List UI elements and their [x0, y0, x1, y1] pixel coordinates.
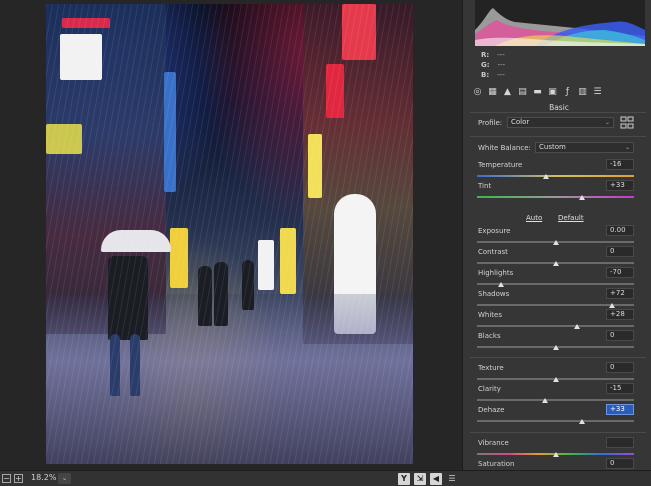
swap-settings-button[interactable]: ⇲ — [414, 473, 426, 485]
vibrance-label: Vibrance — [478, 439, 509, 447]
g-label: G: — [481, 61, 490, 69]
white-balance-value: Custom — [539, 143, 566, 151]
camera-raw-window: R: --- G: --- B: --- ◎ ▦ ▲ ▤ ▬ ▣ ƒ ▥ ☰ Basi… — [0, 0, 651, 486]
blacks-slider-thumb[interactable] — [552, 345, 559, 350]
texture-slider-thumb[interactable] — [552, 377, 559, 382]
profile-browser-grid-icon[interactable] — [620, 116, 634, 129]
dehaze-label: Dehaze — [478, 406, 505, 414]
temperature-label: Temperature — [478, 161, 523, 169]
contrast-slider-thumb[interactable] — [552, 261, 559, 266]
rgb-readout-b: B: --- — [481, 71, 505, 79]
whites-value-field[interactable]: +28 — [606, 309, 634, 320]
profile-label: Profile: — [478, 119, 503, 127]
rgb-readout-g: G: --- — [481, 61, 505, 69]
contrast-value-field[interactable]: 0 — [606, 246, 634, 257]
basic-panel-icon[interactable]: ◎ — [472, 87, 483, 98]
photo-rain-overlay — [46, 4, 413, 464]
panel-tabs: ◎ ▦ ▲ ▤ ▬ ▣ ƒ ▥ ☰ — [470, 86, 648, 100]
exposure-value-field[interactable]: 0.00 — [606, 225, 634, 236]
shadows-slider-thumb[interactable] — [609, 303, 616, 308]
image-canvas[interactable] — [0, 0, 462, 470]
vibrance-slider-thumb[interactable] — [552, 452, 559, 457]
preview-settings-button[interactable]: ☰ — [446, 473, 458, 485]
highlights-slider-thumb[interactable] — [497, 282, 504, 287]
profile-dropdown[interactable]: Color ⌄ — [507, 117, 614, 128]
white-balance-dropdown[interactable]: Custom ⌄ — [535, 142, 634, 153]
zoom-out-button[interactable]: − — [2, 474, 11, 483]
divider — [470, 432, 646, 433]
shadows-label: Shadows — [478, 290, 510, 298]
clarity-value-field[interactable]: -15 — [606, 383, 634, 394]
exposure-slider-thumb[interactable] — [552, 240, 559, 245]
zoom-level: 18.2% — [31, 473, 57, 482]
clarity-label: Clarity — [478, 385, 501, 393]
calibration-icon[interactable]: ▥ — [577, 87, 588, 98]
temperature-value-field[interactable]: -16 — [606, 159, 634, 170]
lens-icon[interactable]: ▣ — [547, 87, 558, 98]
r-label: R: — [481, 51, 490, 59]
r-value: --- — [497, 51, 505, 59]
tint-slider-track[interactable] — [477, 196, 634, 198]
whites-label: Whites — [478, 311, 503, 319]
zoom-dropdown[interactable]: ⌄ — [58, 473, 71, 484]
b-value: --- — [497, 71, 505, 79]
presets-icon[interactable]: ☰ — [592, 87, 603, 98]
texture-label: Texture — [478, 364, 504, 372]
profile-value: Color — [511, 118, 530, 126]
shadows-value-field[interactable]: +72 — [606, 288, 634, 299]
default-link[interactable]: Default — [558, 214, 584, 222]
temperature-slider-thumb[interactable] — [543, 174, 550, 179]
highlights-value-field[interactable]: -70 — [606, 267, 634, 278]
section-title: Basic — [549, 103, 569, 112]
photo-preview[interactable] — [46, 4, 413, 464]
b-label: B: — [481, 71, 490, 79]
clarity-slider-thumb[interactable] — [541, 398, 548, 403]
whites-slider-track[interactable] — [477, 325, 634, 327]
blacks-label: Blacks — [478, 332, 501, 340]
tone-curve-icon[interactable]: ▦ — [487, 87, 498, 98]
saturation-label: Saturation — [478, 460, 515, 468]
divider — [470, 357, 646, 358]
vibrance-value-field[interactable] — [606, 437, 634, 448]
dehaze-slider-track[interactable] — [477, 420, 634, 422]
g-value: --- — [497, 61, 506, 69]
highlights-label: Highlights — [478, 269, 514, 277]
rgb-readout-r: R: --- — [481, 51, 505, 59]
chevron-down-icon: ⌄ — [604, 119, 610, 126]
split-toning-icon[interactable]: ▬ — [532, 87, 543, 98]
bottom-toolbar: − + 18.2% ⌄ Y ⇲ ◀ ☰ — [0, 470, 651, 486]
contrast-label: Contrast — [478, 248, 508, 256]
zoom-in-button[interactable]: + — [14, 474, 23, 483]
auto-link[interactable]: Auto — [526, 214, 542, 222]
temperature-slider-track[interactable] — [477, 175, 634, 177]
dehaze-slider-thumb[interactable] — [579, 419, 586, 424]
histogram — [475, 0, 645, 46]
hsl-icon[interactable]: ▤ — [517, 87, 528, 98]
detail-icon[interactable]: ▲ — [502, 87, 513, 98]
divider — [470, 136, 646, 137]
clarity-slider-track[interactable] — [477, 399, 634, 401]
white-balance-label: White Balance: — [478, 144, 531, 152]
effects-icon[interactable]: ƒ — [562, 87, 573, 98]
before-after-toggle-button[interactable]: Y — [398, 473, 410, 485]
copy-settings-button[interactable]: ◀ — [430, 473, 442, 485]
blacks-value-field[interactable]: 0 — [606, 330, 634, 341]
divider — [470, 112, 646, 113]
tint-label: Tint — [478, 182, 492, 190]
tint-value-field[interactable]: +33 — [606, 180, 634, 191]
exposure-label: Exposure — [478, 227, 511, 235]
tint-slider-thumb[interactable] — [579, 195, 586, 200]
chevron-down-icon: ⌄ — [624, 144, 630, 151]
whites-slider-thumb[interactable] — [574, 324, 581, 329]
texture-value-field[interactable]: 0 — [606, 362, 634, 373]
dehaze-value-field[interactable]: +33 — [606, 404, 634, 415]
saturation-value-field[interactable]: 0 — [606, 458, 634, 469]
